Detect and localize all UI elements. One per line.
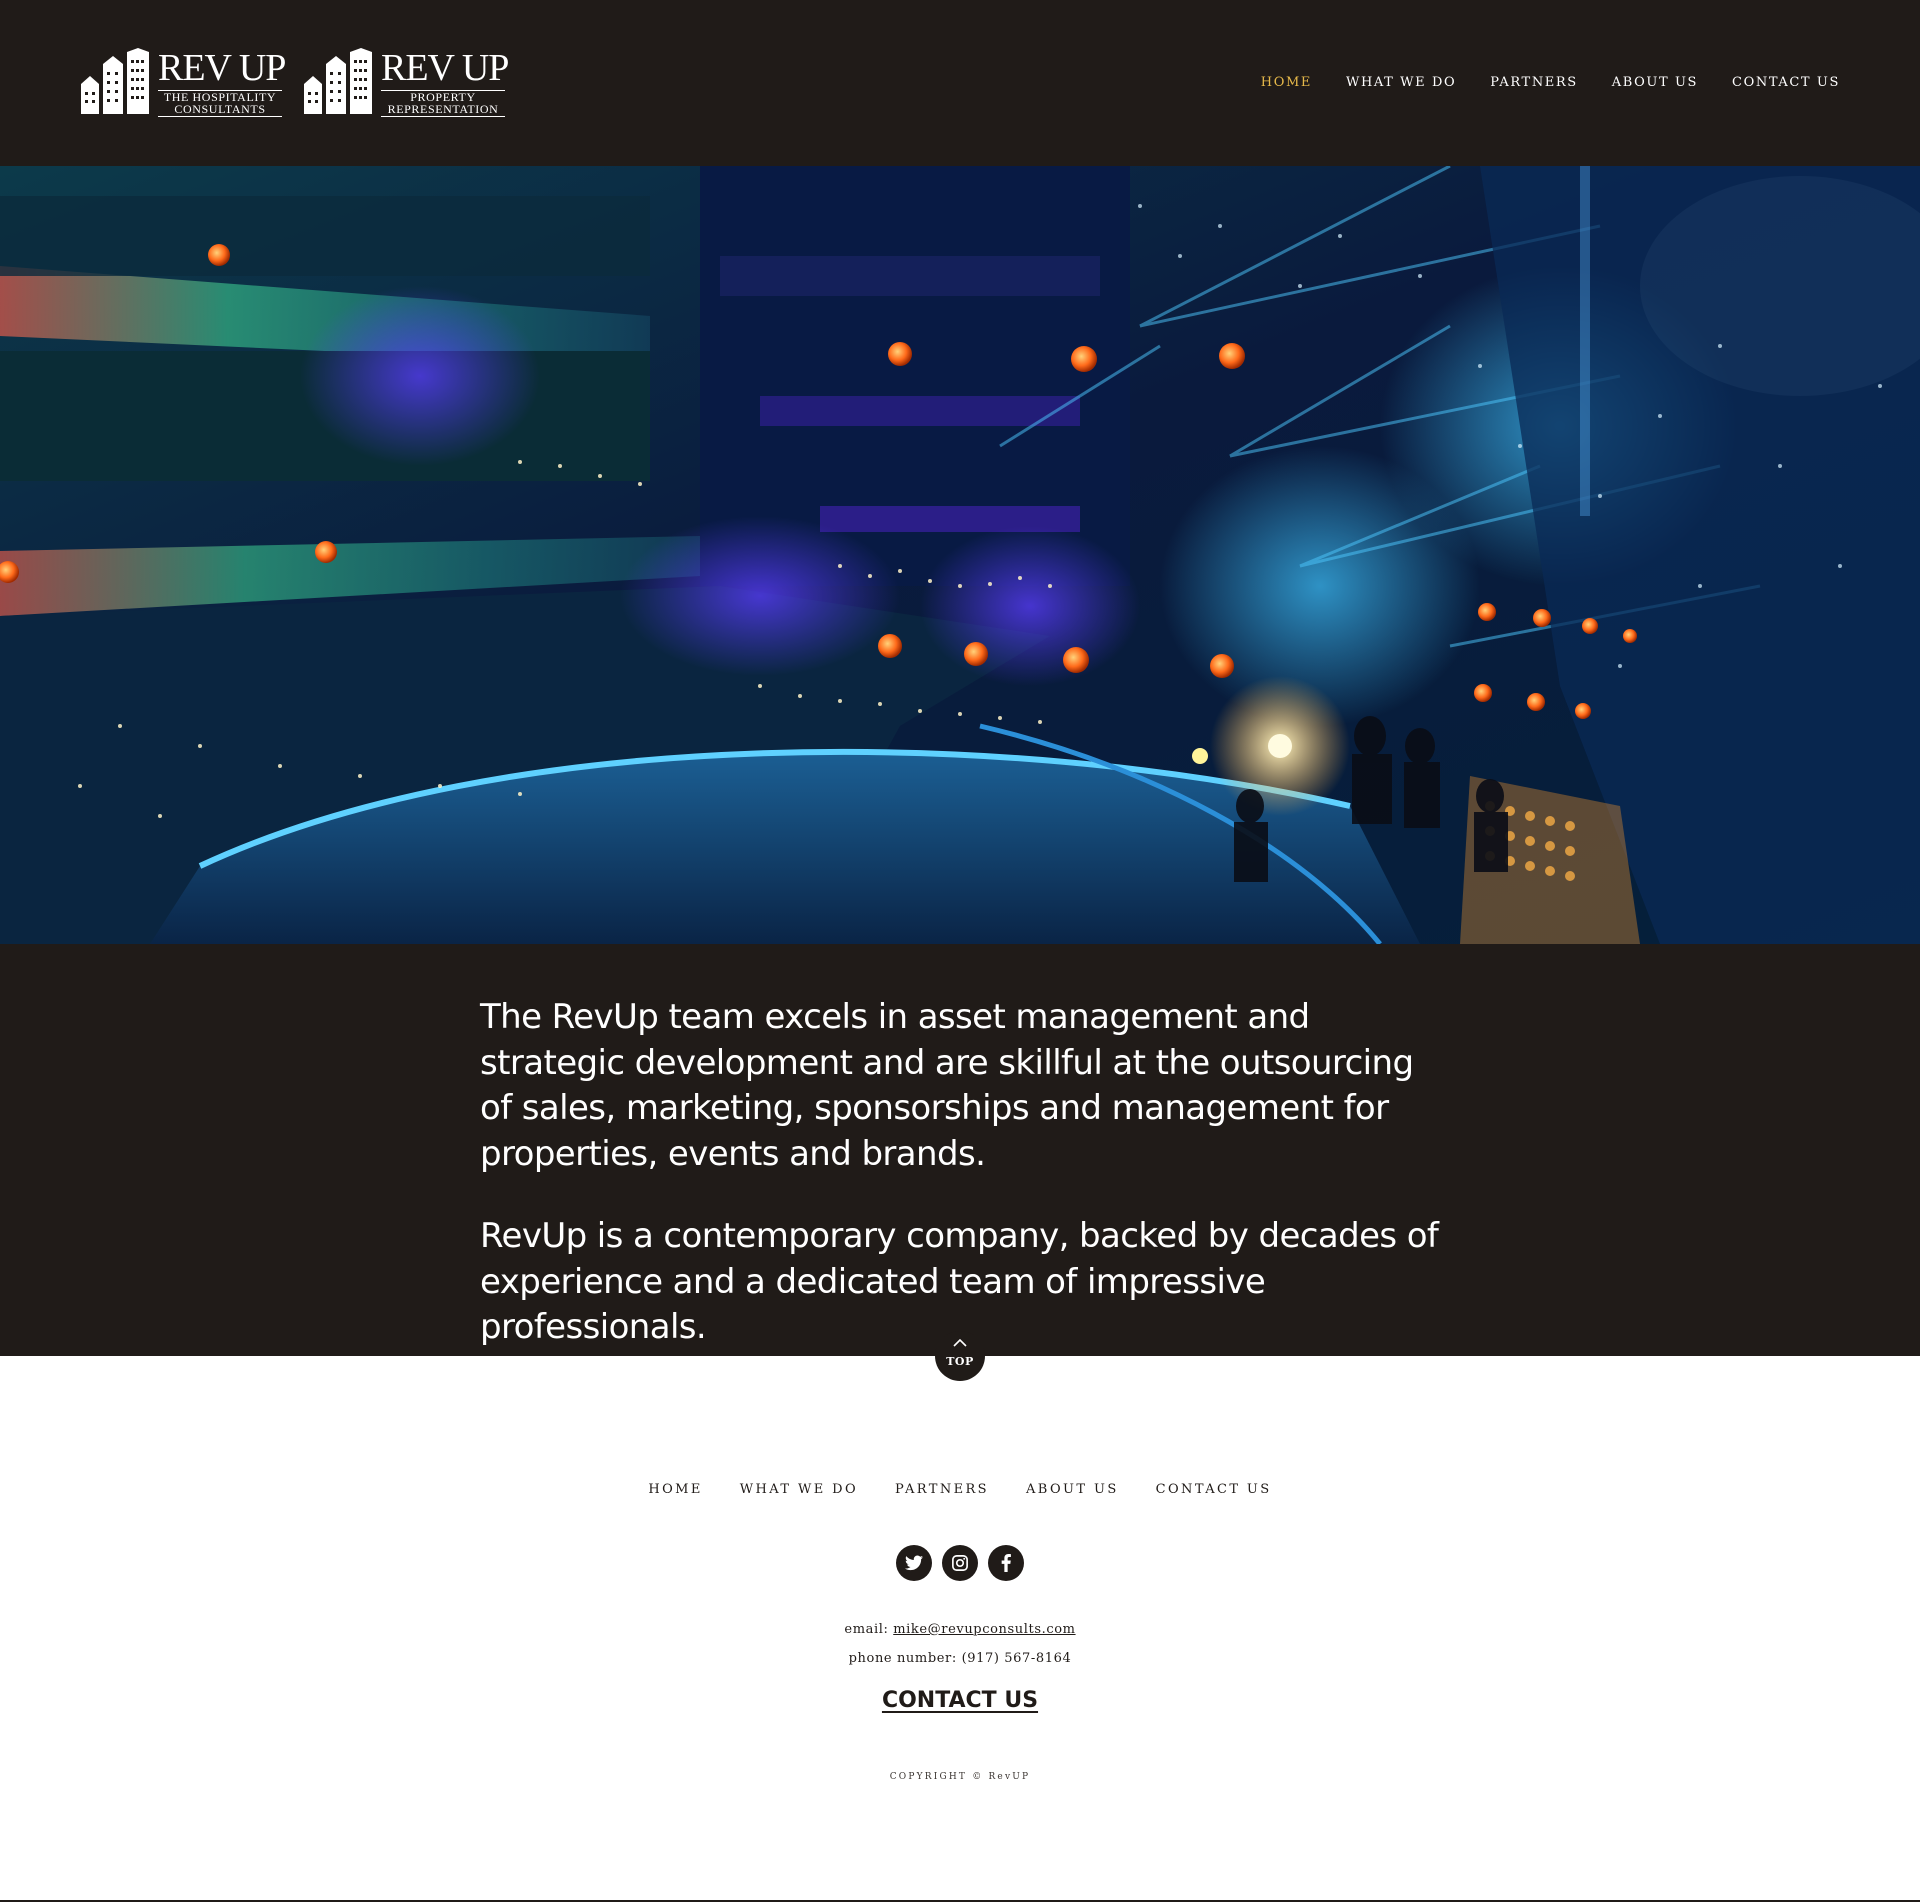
- logo-divider: [158, 116, 282, 117]
- hero-banner: [0, 166, 1920, 944]
- nav-contact-us[interactable]: CONTACT US: [1732, 75, 1840, 90]
- concert-arena-photo: [0, 166, 1920, 944]
- email-label: email:: [844, 1622, 889, 1637]
- footer-nav-home[interactable]: HOME: [648, 1482, 702, 1497]
- back-to-top-button[interactable]: TOP: [935, 1331, 985, 1381]
- facebook-icon: [1001, 1554, 1011, 1572]
- contact-cta: CONTACT US: [0, 1688, 1920, 1713]
- twitter-link[interactable]: [896, 1545, 932, 1581]
- site-header: REV UP THE HOSPITALITY CONSULTANTS REV U…: [0, 0, 1920, 166]
- nav-home[interactable]: HOME: [1261, 75, 1312, 90]
- logo-subtitle-line2: REPRESENTATION: [387, 102, 499, 116]
- phone-label: phone number:: [848, 1651, 957, 1666]
- footer-nav-contact-us[interactable]: CONTACT US: [1156, 1482, 1272, 1497]
- footer-nav-partners[interactable]: PARTNERS: [895, 1482, 989, 1497]
- logo-subtitle-line2: CONSULTANTS: [174, 102, 266, 116]
- twitter-icon: [905, 1555, 923, 1571]
- footer-nav-what-we-do[interactable]: WHAT WE DO: [740, 1482, 858, 1497]
- contact-us-link[interactable]: CONTACT US: [882, 1688, 1038, 1713]
- nav-partners[interactable]: PARTNERS: [1490, 75, 1578, 90]
- nav-what-we-do[interactable]: WHAT WE DO: [1346, 75, 1456, 90]
- footer-nav: HOME WHAT WE DO PARTNERS ABOUT US CONTAC…: [0, 1482, 1920, 1497]
- intro-text: The RevUp team excels in asset managemen…: [480, 995, 1440, 1388]
- instagram-icon: [952, 1555, 968, 1571]
- buildings-icon: [304, 48, 372, 114]
- logo-divider: [381, 116, 505, 117]
- logo-subtitle: THE HOSPITALITY CONSULTANTS: [158, 91, 282, 115]
- copyright: COPYRIGHT © RevUP: [889, 1772, 1031, 1782]
- email-link[interactable]: mike@revupconsults.com: [893, 1622, 1075, 1637]
- logo-subtitle: PROPERTY REPRESENTATION: [381, 91, 505, 115]
- logo-name: REV UP: [381, 47, 509, 89]
- chevron-up-icon: [953, 1339, 967, 1347]
- buildings-icon: [81, 48, 149, 114]
- instagram-link[interactable]: [942, 1545, 978, 1581]
- main-nav: HOME WHAT WE DO PARTNERS ABOUT US CONTAC…: [1261, 75, 1840, 90]
- intro-paragraph: The RevUp team excels in asset managemen…: [480, 997, 1414, 1174]
- social-links: [0, 1545, 1920, 1581]
- nav-about-us[interactable]: ABOUT US: [1612, 75, 1698, 90]
- facebook-link[interactable]: [988, 1545, 1024, 1581]
- footer-nav-about-us[interactable]: ABOUT US: [1026, 1482, 1119, 1497]
- back-to-top-label: TOP: [946, 1355, 974, 1368]
- logo-hospitality-consultants[interactable]: REV UP THE HOSPITALITY CONSULTANTS: [79, 47, 289, 117]
- logo-name: REV UP: [158, 47, 286, 89]
- contact-phone-line: phone number: (917) 567-8164: [0, 1651, 1920, 1666]
- contact-email-line: email: mike@revupconsults.com: [0, 1622, 1920, 1637]
- phone-number: (917) 567-8164: [961, 1651, 1072, 1666]
- intro-section: The RevUp team excels in asset managemen…: [0, 944, 1920, 1356]
- logo-property-representation[interactable]: REV UP PROPERTY REPRESENTATION: [302, 47, 512, 117]
